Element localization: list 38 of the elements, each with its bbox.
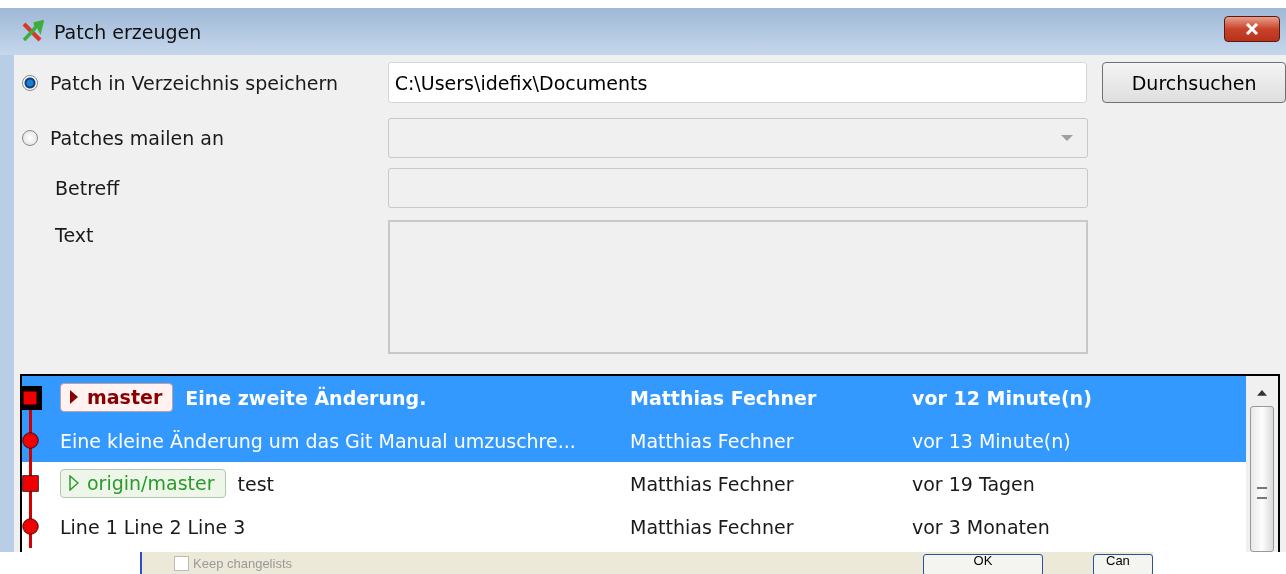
radio-button[interactable]: [22, 130, 38, 146]
scrollbar-thumb[interactable]: [1250, 405, 1274, 552]
commit-date: vor 19 Tagen: [912, 472, 1035, 495]
dialog-button[interactable]: OK: [923, 554, 1043, 574]
checkbox[interactable]: [174, 555, 189, 571]
subject-label: Betreff: [54, 177, 120, 199]
close-icon[interactable]: [1244, 22, 1260, 35]
scrollbar[interactable]: [1246, 376, 1278, 552]
commit-message: Eine kleine Änderung um das Git Manual umzuschre...: [60, 429, 576, 452]
commit-row[interactable]: master Eine zweite Änderung. Matthias Fechner vor 12 Minute(n): [22, 376, 1246, 419]
commit-row[interactable]: Line 1 Line 2 Line 3 Matthias Fechner vor 3 Monaten: [22, 505, 1246, 548]
text-label: Text: [54, 224, 94, 246]
scroll-up-icon[interactable]: [1256, 390, 1268, 396]
directory-field[interactable]: C:\Users\idefix\Documents: [387, 62, 1088, 103]
commit-message: Eine zweite Änderung.: [185, 386, 427, 409]
commit-date: vor 12 Minute(n): [912, 386, 1092, 409]
branch-name: master: [87, 386, 163, 408]
commit-author: Matthias Fechner: [630, 386, 818, 409]
commit-author: Matthias Fechner: [630, 472, 795, 495]
radio-button[interactable]: [22, 74, 38, 91]
caret-icon: [1061, 135, 1073, 141]
browse-button[interactable]: Durchsuchen: [1102, 62, 1286, 103]
commit-date: vor 13 Minute(n): [912, 429, 1071, 452]
close-button[interactable]: [1224, 15, 1280, 42]
triangle-icon: [69, 475, 79, 491]
commit-author: Matthias Fechner: [630, 515, 795, 538]
commit-author: Matthias Fechner: [630, 429, 795, 452]
app-logo-icon: [20, 19, 44, 44]
commit-message: Line 1 Line 2 Line 3: [60, 515, 246, 538]
commit-row[interactable]: origin/master test Matthias Fechner vor 19 Tagen: [22, 462, 1246, 505]
branch-name: origin/master: [87, 472, 215, 494]
commit-date: vor 3 Monaten: [912, 515, 1050, 538]
dialog-button[interactable]: Can: [1093, 554, 1153, 574]
commit-message: test: [237, 472, 274, 495]
option-label[interactable]: Patch in Verzeichnis speichern: [50, 71, 338, 94]
window-title: Patch erzeugen: [54, 20, 202, 43]
triangle-icon: [69, 389, 79, 405]
option-label[interactable]: Patches mailen an: [50, 127, 224, 149]
